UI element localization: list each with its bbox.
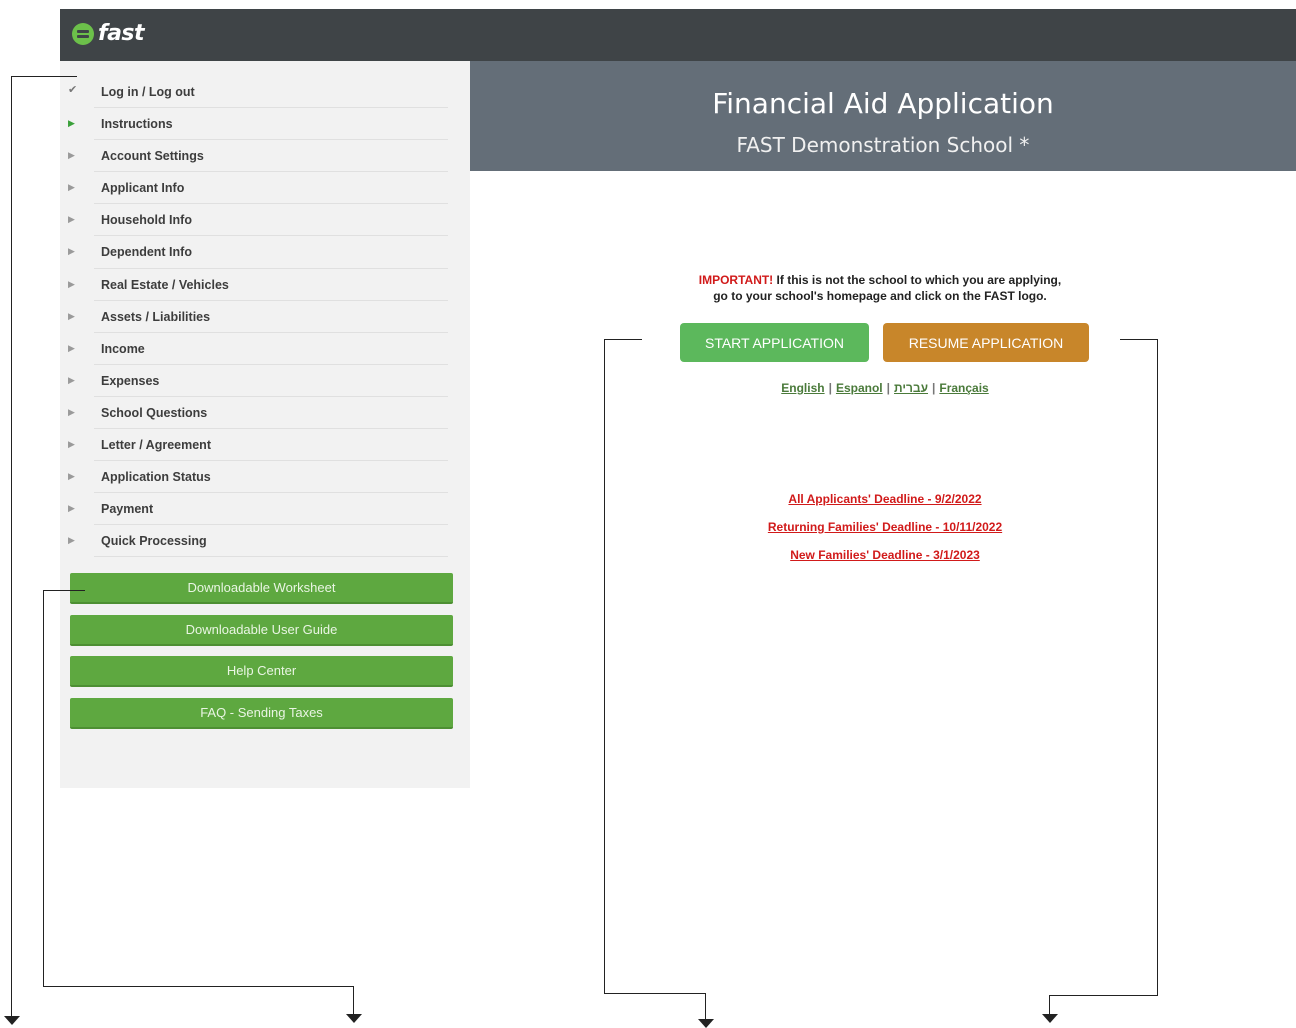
sidebar-item-label: Log in / Log out [101,85,195,99]
start-application-button[interactable]: START APPLICATION [680,323,869,362]
sidebar-item-label: Instructions [101,117,173,132]
separator: | [828,381,832,395]
sidebar-item-label: Assets / Liabilities [101,309,211,324]
sidebar-item-letter-agreement[interactable]: ▶ Letter / Agreement [60,429,470,462]
notice-line-1: If this is not the school to which you a… [776,273,1062,287]
triangle-right-icon: ▶ [68,214,75,225]
help-center-button[interactable]: Help Center [70,656,453,687]
triangle-right-icon: ▶ [68,182,75,193]
school-name: FAST Demonstration School * [736,133,1030,157]
important-notice: IMPORTANT! If this is not the school to … [640,272,1120,304]
triangle-right-icon: ▶ [68,310,75,321]
downloadable-user-guide-button[interactable]: Downloadable User Guide [70,615,453,646]
sidebar-item-real-estate[interactable]: ▶ Real Estate / Vehicles [60,269,470,301]
separator: | [932,381,936,395]
sidebar-item-account-settings[interactable]: ▶ Account Settings [60,140,470,173]
downloadable-worksheet-button[interactable]: Downloadable Worksheet [70,573,453,604]
top-bar: fast [60,9,1296,61]
page-banner: Financial Aid Application FAST Demonstra… [470,61,1296,171]
important-label: IMPORTANT! [698,273,774,287]
fast-logo[interactable]: fast [72,21,145,46]
sidebar-item-label: Applicant Info [101,181,185,196]
arrow-down-icon [4,1016,20,1025]
sidebar-item-assets[interactable]: ▶ Assets / Liabilities [60,301,470,333]
separator: | [886,381,890,395]
arrow-down-icon [698,1019,714,1028]
sidebar-nav: ✔ Log in / Log out ▶ Instructions ▶ Acco… [60,76,470,558]
sidebar-item-label: Payment [101,502,154,517]
language-link-english[interactable]: English [781,381,824,395]
sidebar-item-label: Quick Processing [101,534,207,549]
triangle-right-icon: ▶ [68,342,75,353]
checkmark-icon: ✔ [68,84,78,96]
logo-text: fast [98,21,145,46]
triangle-right-icon: ▶ [68,278,75,289]
sidebar-item-label: Dependent Info [101,245,192,260]
triangle-right-icon: ▶ [68,535,75,546]
triangle-right-icon: ▶ [68,118,75,129]
fast-logo-icon [72,22,94,45]
sidebar-item-label: Real Estate / Vehicles [101,277,229,292]
sidebar-item-label: School Questions [101,405,208,420]
sidebar-item-login[interactable]: ✔ Log in / Log out [60,76,470,109]
triangle-right-icon: ▶ [68,503,75,514]
sidebar-item-label: Expenses [101,373,160,388]
sidebar-item-payment[interactable]: ▶ Payment [60,493,470,526]
sidebar-item-income[interactable]: ▶ Income [60,333,470,365]
triangle-right-icon: ▶ [68,471,75,482]
sidebar-item-label: Letter / Agreement [101,438,211,453]
arrow-down-icon [346,1014,362,1023]
sidebar-item-quick-processing[interactable]: ▶ Quick Processing [60,525,470,558]
triangle-right-icon: ▶ [68,406,75,417]
deadline-all-applicants[interactable]: All Applicants' Deadline - 9/2/2022 [680,492,1090,506]
language-link-espanol[interactable]: Espanol [836,381,883,395]
deadline-returning-families[interactable]: Returning Families' Deadline - 10/11/202… [680,520,1090,534]
sidebar-item-dependent-info[interactable]: ▶ Dependent Info [60,236,470,269]
sidebar: ✔ Log in / Log out ▶ Instructions ▶ Acco… [60,61,470,788]
sidebar-item-instructions[interactable]: ▶ Instructions [60,108,470,141]
sidebar-item-label: Household Info [101,213,192,228]
sidebar-item-school-questions[interactable]: ▶ School Questions [60,397,470,430]
sidebar-item-expenses[interactable]: ▶ Expenses [60,365,470,398]
triangle-right-icon: ▶ [68,246,75,257]
faq-sending-taxes-button[interactable]: FAQ - Sending Taxes [70,698,453,729]
sidebar-item-label: Account Settings [101,149,204,164]
language-link-francais[interactable]: Français [939,381,988,395]
deadline-new-families[interactable]: New Families' Deadline - 3/1/2023 [680,548,1090,562]
page-title: Financial Aid Application [712,87,1054,120]
resume-application-button[interactable]: RESUME APPLICATION [883,323,1089,362]
sidebar-item-label: Application Status [101,470,211,485]
language-selector: English | Espanol | עברית | Français [680,381,1090,395]
triangle-right-icon: ▶ [68,374,75,385]
sidebar-item-applicant-info[interactable]: ▶ Applicant Info [60,172,470,205]
triangle-right-icon: ▶ [68,439,75,450]
sidebar-item-application-status[interactable]: ▶ Application Status [60,461,470,494]
arrow-down-icon [1042,1014,1058,1023]
triangle-right-icon: ▶ [68,150,75,161]
sidebar-item-household-info[interactable]: ▶ Household Info [60,204,470,237]
language-link-hebrew[interactable]: עברית [894,381,928,395]
sidebar-item-label: Income [101,341,145,356]
notice-line-2: go to your school's homepage and click o… [713,289,1047,303]
